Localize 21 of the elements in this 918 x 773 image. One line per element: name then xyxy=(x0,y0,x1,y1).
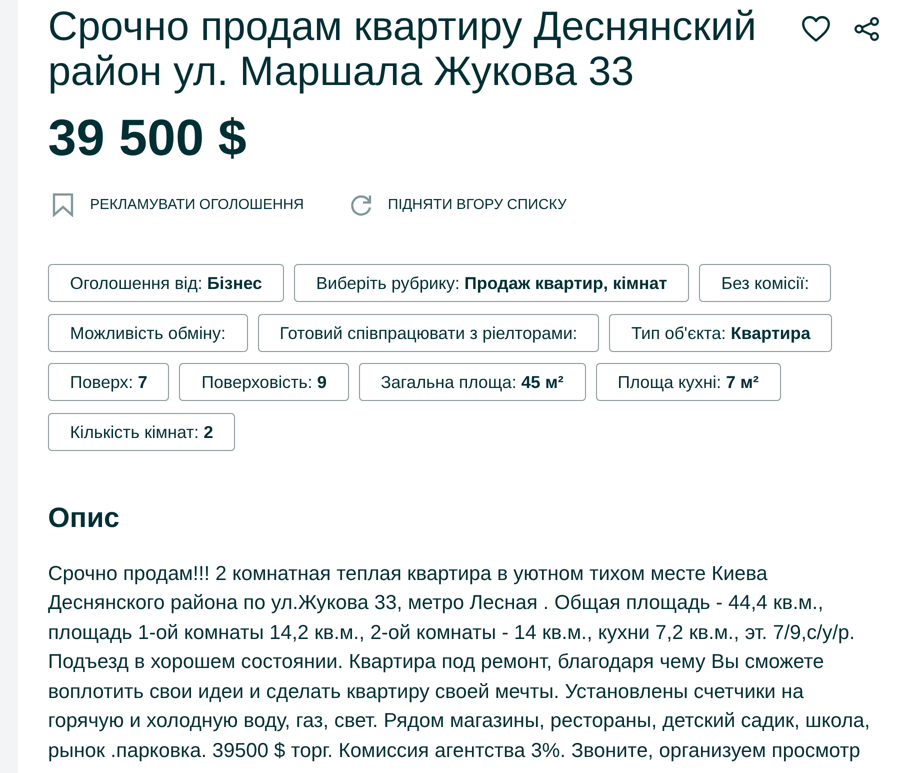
parameter-tag: Оголошення від: Бізнес xyxy=(48,264,284,302)
parameter-tag: Готовий співпрацювати з ріелторами: xyxy=(258,314,600,352)
parameter-tag: Можливість обміну: xyxy=(48,314,248,352)
parameter-tag: Кількість кімнат: 2 xyxy=(48,412,236,450)
parameter-tag: Без комісії: xyxy=(699,264,832,302)
parameter-tag: Загальна площа: 45 м² xyxy=(358,363,586,401)
heart-icon[interactable] xyxy=(802,16,830,42)
parameter-tag: Виберіть рубрику: Продаж квартир, кімнат xyxy=(294,264,690,302)
bookmark-icon xyxy=(51,193,75,217)
promote-link[interactable]: РЕКЛАМУВАТИ ОГОЛОШЕННЯ xyxy=(48,193,304,217)
parameter-tag: Площа кухні: 7 м² xyxy=(596,363,781,401)
price: 39 500 $ xyxy=(48,110,248,166)
parameter-tag: Поверх: 7 xyxy=(48,363,170,401)
bump-link[interactable]: ПІДНЯТИ ВГОРУ СПИСКУ xyxy=(346,193,567,217)
parameter-tag: Поверховість: 9 xyxy=(179,363,349,401)
share-icon[interactable] xyxy=(854,17,880,41)
refresh-icon xyxy=(348,193,373,217)
description-text: Срочно продам!!! 2 комнатная теплая квартира в уютном тихом месте Киева Деснянского района по ул.Жукова 33, метро Лесная . Общая площадь - 44,4 кв.м., площадь 1-ой комнаты 14,2 кв.м., 2-ой комнаты - 14 кв.м., кухни 7,2 кв.м., эт. 7/9,с/у/р. Подъезд в хорошем состоянии. Квартира под ремонт, благодаря чему Вы сможете воплотить свои идеи и сделать квартиру своей мечты. Установлены счетчики на горячую и холодную воду, газ, свет. Рядом магазины, рестораны, детский садик, школа, рынок .парковка. 39500 $ торг. Комиссия агентства 3%. Звоните, организуем просмотр xyxy=(48,562,871,764)
parameter-tag: Тип об'єкта: Квартира xyxy=(609,314,832,352)
listing-title: Срочно продам квартиру Деснянский район ул. Маршала Жукова 33 xyxy=(48,2,758,94)
section-heading: Опис xyxy=(48,500,120,534)
